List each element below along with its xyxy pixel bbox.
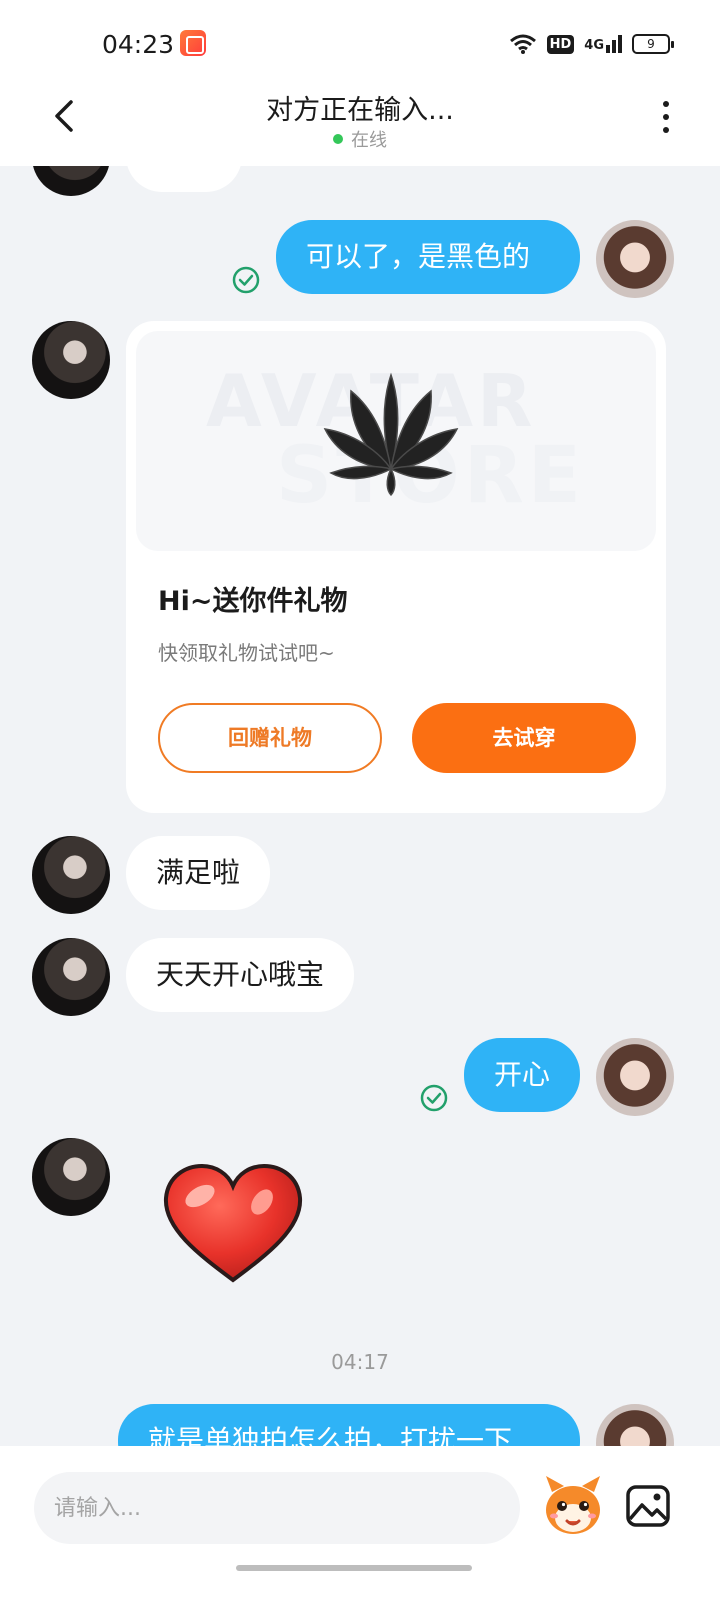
gift-image: AVATAR STORE [136, 331, 656, 551]
mascot-sticker-icon [546, 1476, 600, 1534]
online-status: 在线 [0, 126, 720, 152]
hd-icon: HD [546, 34, 575, 54]
contact-avatar[interactable] [32, 1138, 110, 1216]
online-dot-icon [333, 134, 343, 144]
message-bubble-outgoing[interactable]: 就是单独拍怎么拍，打扰一下 [118, 1404, 580, 1446]
message-bubble-incoming[interactable]: 嗯嗯 [126, 166, 243, 192]
status-time: 04:23 [102, 30, 175, 59]
wifi-icon [509, 34, 536, 54]
send-image-button[interactable] [624, 1482, 672, 1530]
status-bar: 04:23 HD 4G 9 [0, 0, 720, 80]
sticker-button[interactable] [540, 1474, 606, 1540]
try-on-button[interactable]: 去试穿 [412, 703, 636, 773]
message-bubble-outgoing[interactable]: 可以了，是黑色的 [276, 220, 580, 294]
contact-avatar[interactable] [32, 166, 110, 196]
read-check-icon [420, 1084, 448, 1112]
network-type: 4G [584, 38, 604, 53]
more-vertical-icon [663, 101, 669, 107]
contact-avatar[interactable] [32, 321, 110, 399]
heart-sticker-icon[interactable] [158, 1162, 308, 1286]
contact-avatar[interactable] [32, 836, 110, 914]
message-bubble-incoming[interactable]: 天天开心哦宝 [126, 938, 355, 1012]
gift-title: Hi~送你件礼物 [158, 586, 348, 617]
return-gift-button[interactable]: 回赠礼物 [158, 703, 382, 773]
online-status-label: 在线 [351, 130, 387, 151]
input-bar [0, 1446, 720, 1600]
message-list[interactable]: 嗯嗯 可以了，是黑色的 AVATAR STORE [0, 166, 720, 1446]
app-notification-icon [180, 30, 206, 56]
status-icons: HD 4G 9 [509, 30, 674, 58]
message-bubble-incoming[interactable]: 满足啦 [126, 836, 271, 910]
gift-subtitle: 快领取礼物试试吧~ [158, 641, 335, 665]
chat-header: 对方正在输入... 在线 [0, 80, 720, 166]
signal-icon: 4G [584, 35, 622, 53]
contact-avatar[interactable] [32, 938, 110, 1016]
battery-icon: 9 [632, 34, 674, 54]
more-options-button[interactable] [656, 98, 676, 138]
message-bubble-outgoing[interactable]: 开心 [464, 1038, 580, 1112]
time-divider: 04:17 [331, 1350, 389, 1374]
chat-title: 对方正在输入... [266, 95, 454, 126]
home-indicator[interactable] [236, 1565, 472, 1571]
my-avatar[interactable] [596, 220, 674, 298]
gift-card[interactable]: AVATAR STORE Hi~送你件礼物 快领取礼物试试吧~ 回赠礼物 去试穿 [126, 321, 666, 813]
my-avatar[interactable] [596, 1404, 674, 1446]
message-input[interactable] [34, 1472, 520, 1544]
read-check-icon [232, 266, 260, 294]
black-flower-accessory-icon [323, 372, 459, 497]
my-avatar[interactable] [596, 1038, 674, 1116]
image-icon [626, 1485, 670, 1527]
